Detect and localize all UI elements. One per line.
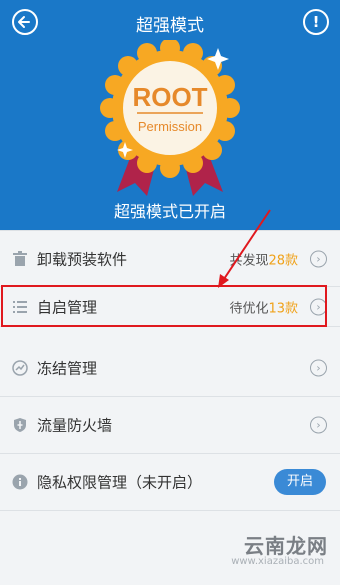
uninstall-count-prefix: 共发现 bbox=[229, 253, 269, 268]
mode-status: 超强模式已开启 bbox=[113, 202, 226, 221]
chevron-right-icon[interactable]: › bbox=[310, 250, 327, 267]
chevron-right-icon[interactable]: › bbox=[310, 359, 327, 377]
row-privacy[interactable]: 隐私权限管理（未开启） 开启 bbox=[0, 454, 340, 511]
header: 超强模式 ! ROOT Permission 超强模式已开启 bbox=[0, 0, 340, 230]
badge-subtitle: Permission bbox=[138, 119, 202, 134]
startup-count-prefix: 待优化 bbox=[229, 301, 269, 316]
firewall-label: 流量防火墙 bbox=[37, 416, 113, 435]
top-bar: 超强模式 ! bbox=[0, 0, 340, 44]
uninstall-count-value: 28款 bbox=[268, 253, 298, 268]
uninstall-count: 共发现28款 bbox=[229, 249, 298, 268]
trash-icon bbox=[13, 250, 27, 266]
row-freeze[interactable]: 冻结管理 › bbox=[0, 340, 340, 397]
freeze-icon bbox=[12, 360, 28, 376]
row-uninstall[interactable]: 卸载预装软件 共发现28款 › bbox=[0, 230, 340, 287]
watermark-logo: 云南龙网 bbox=[244, 534, 328, 558]
enable-button[interactable]: 开启 bbox=[274, 469, 326, 495]
row-firewall[interactable]: 流量防火墙 › bbox=[0, 397, 340, 454]
shield-icon bbox=[14, 418, 26, 432]
privacy-label: 隐私权限管理（未开启） bbox=[37, 473, 203, 492]
chevron-right-icon[interactable]: › bbox=[310, 298, 327, 315]
watermark-url: www.xiazaiba.com bbox=[231, 556, 324, 567]
startup-label: 自启管理 bbox=[37, 298, 98, 316]
page-title: 超强模式 bbox=[136, 16, 204, 36]
badge-title: ROOT bbox=[132, 82, 207, 112]
info-icon[interactable]: ! bbox=[303, 9, 329, 35]
row-startup[interactable]: 自启管理 待优化13款 › bbox=[0, 287, 340, 327]
freeze-label: 冻结管理 bbox=[37, 359, 98, 378]
chevron-right-icon[interactable]: › bbox=[310, 416, 327, 434]
uninstall-label: 卸载预装软件 bbox=[37, 250, 128, 268]
startup-count-value: 13款 bbox=[268, 301, 298, 316]
root-badge: ROOT Permission bbox=[100, 40, 240, 196]
startup-count: 待优化13款 bbox=[229, 297, 298, 316]
info-icon bbox=[12, 474, 28, 490]
list-icon bbox=[13, 300, 27, 313]
